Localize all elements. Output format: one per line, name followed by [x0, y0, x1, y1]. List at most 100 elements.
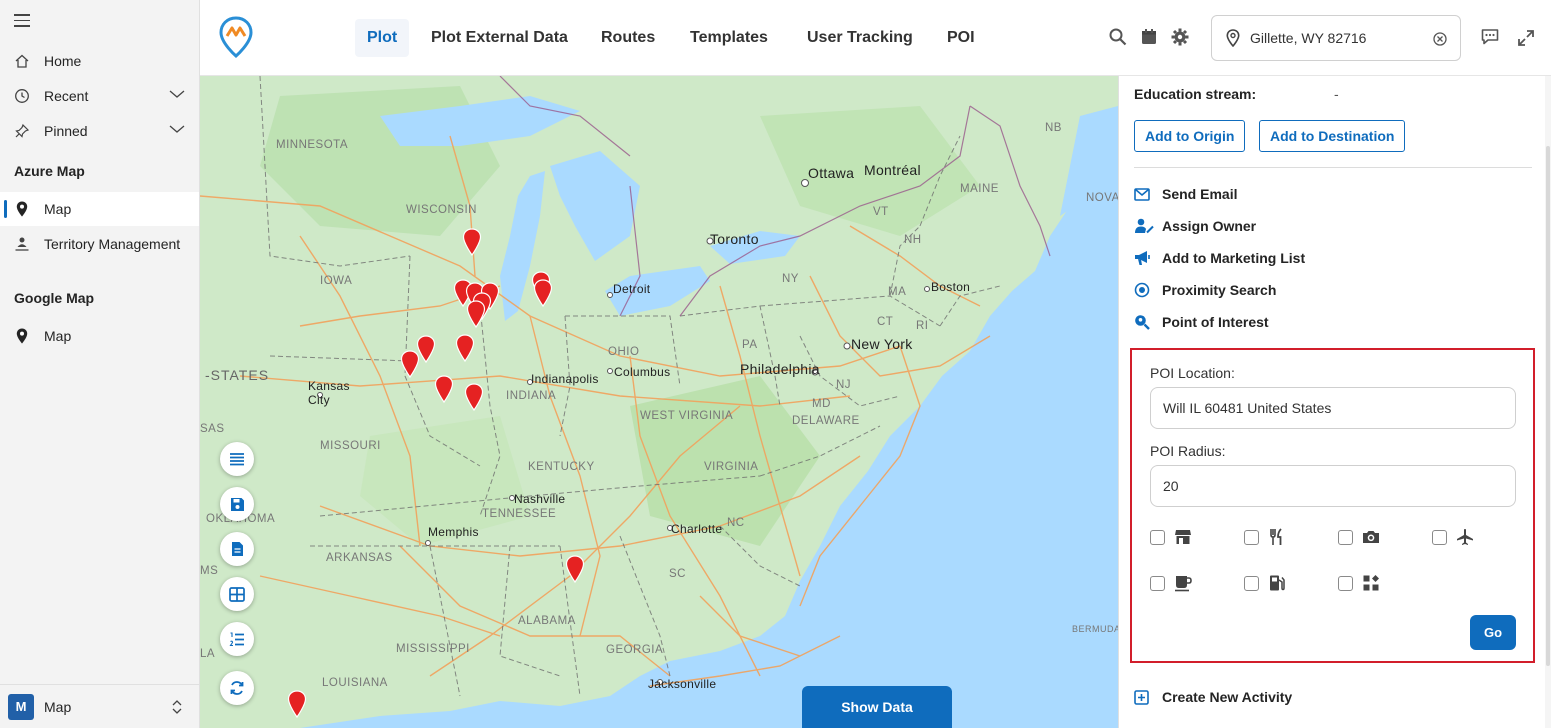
hamburger-menu-icon[interactable]: [14, 14, 30, 28]
sidebar-item-google-map[interactable]: Map: [0, 319, 199, 353]
sidebar-item-label: Home: [44, 53, 82, 69]
map-label: Toronto: [710, 231, 759, 247]
search-icon[interactable]: [1108, 27, 1128, 47]
poi-category-checkbox-camera[interactable]: [1338, 530, 1353, 545]
sidebar-item-recent[interactable]: Recent: [0, 79, 199, 113]
poi-category-checkbox-store[interactable]: [1150, 530, 1165, 545]
clear-location-icon[interactable]: [1432, 31, 1448, 47]
chevron-down-icon[interactable]: [169, 124, 185, 134]
expand-icon[interactable]: [1516, 28, 1536, 48]
other-category-icon: [1363, 575, 1379, 591]
poi-location-input[interactable]: [1150, 387, 1516, 429]
document-icon: [231, 542, 243, 556]
map-base-layer: [200, 76, 1118, 728]
map-label: MAINE: [960, 183, 999, 195]
create-new-activity-action[interactable]: Create New Activity: [1134, 686, 1292, 708]
map-label: Columbus: [614, 365, 671, 379]
sidebar-item-label: Pinned: [44, 123, 88, 139]
camera-icon: [1363, 531, 1379, 543]
location-pin-icon: [1226, 29, 1240, 47]
map-marker[interactable]: [455, 334, 475, 362]
add-to-marketing-list-action[interactable]: Add to Marketing List: [1134, 247, 1305, 269]
numbered-list-button[interactable]: [220, 622, 254, 656]
search-location-icon: [1134, 314, 1162, 330]
gear-icon[interactable]: [1170, 27, 1190, 47]
map-label: Jacksonville: [648, 677, 717, 691]
map-marker[interactable]: [466, 300, 486, 328]
map-marker[interactable]: [462, 228, 482, 256]
add-to-destination-button[interactable]: Add to Destination: [1259, 120, 1406, 152]
map-marker[interactable]: [464, 383, 484, 411]
refresh-button[interactable]: [220, 671, 254, 705]
map-label: Memphis: [428, 525, 479, 539]
sidebar-item-label: Map: [44, 328, 72, 344]
tab-poi[interactable]: POI: [935, 19, 987, 57]
map-marker[interactable]: [533, 279, 553, 307]
scrollbar-thumb[interactable]: [1546, 146, 1550, 666]
area-switcher[interactable]: M Map: [0, 684, 199, 728]
poi-go-button[interactable]: Go: [1470, 615, 1516, 650]
list-view-button[interactable]: [220, 442, 254, 476]
add-to-origin-button[interactable]: Add to Origin: [1134, 120, 1246, 152]
map-marker[interactable]: [565, 555, 585, 583]
sidebar-item-azure-map[interactable]: Map: [0, 192, 199, 226]
map-marker[interactable]: [434, 375, 454, 403]
chat-icon[interactable]: [1480, 26, 1500, 46]
divider: [1134, 167, 1532, 168]
area-badge: M: [8, 693, 34, 720]
app-logo-icon[interactable]: [218, 16, 254, 58]
tab-routes[interactable]: Routes: [589, 19, 667, 57]
territory-icon: [0, 236, 44, 252]
tab-plot-external-data[interactable]: Plot External Data: [419, 19, 580, 57]
map-marker[interactable]: [400, 350, 420, 378]
map-label: VIRGINIA: [704, 461, 759, 473]
assign-user-icon: [1134, 218, 1162, 234]
calendar-icon[interactable]: [1139, 27, 1159, 47]
sidebar-item-pinned[interactable]: Pinned: [0, 114, 199, 148]
map-marker[interactable]: [287, 690, 307, 718]
poi-category-checkbox-other[interactable]: [1338, 576, 1353, 591]
poi-category-checkbox-airport[interactable]: [1432, 530, 1447, 545]
location-search-box[interactable]: Gillette, WY 82716: [1211, 15, 1461, 61]
airplane-icon: [1457, 529, 1473, 545]
map-label: Kansas: [308, 379, 350, 393]
tab-user-tracking[interactable]: User Tracking: [795, 19, 925, 57]
map-label: MS: [200, 565, 219, 577]
map-label: -STATES: [205, 367, 270, 383]
poi-category-checkbox-gas-station[interactable]: [1244, 576, 1259, 591]
store-icon: [1175, 530, 1191, 544]
tab-plot[interactable]: Plot: [355, 19, 410, 57]
send-email-action[interactable]: Send Email: [1134, 183, 1237, 205]
sidebar-item-territory-management[interactable]: Territory Management: [0, 227, 199, 261]
grid-view-button[interactable]: [220, 577, 254, 611]
up-down-chevron-icon[interactable]: [171, 699, 183, 715]
action-label: Proximity Search: [1162, 282, 1277, 298]
pin-icon: [0, 123, 44, 139]
map-label: MA: [888, 286, 907, 298]
tab-templates[interactable]: Templates: [678, 19, 780, 57]
map-label: LA: [200, 648, 216, 660]
grid-icon: [229, 586, 245, 602]
point-of-interest-action[interactable]: Point of Interest: [1134, 311, 1269, 333]
assign-owner-action[interactable]: Assign Owner: [1134, 215, 1256, 237]
sidebar-item-home[interactable]: Home: [0, 44, 199, 78]
map-label: NJ: [836, 379, 852, 391]
map-label: OHIO: [608, 346, 640, 358]
proximity-search-action[interactable]: Proximity Search: [1134, 279, 1276, 301]
clock-icon: [0, 88, 44, 104]
map-label: Ottawa: [808, 165, 855, 181]
sidebar-item-label: Recent: [44, 88, 89, 104]
show-data-button[interactable]: Show Data: [802, 686, 952, 728]
map-label: Boston: [931, 280, 971, 294]
panel-scrollbar[interactable]: [1545, 76, 1551, 728]
poi-search-form: POI Location: POI Radius: Go: [1130, 348, 1535, 663]
action-label: Assign Owner: [1162, 218, 1257, 234]
document-button[interactable]: [220, 532, 254, 566]
poi-location-label: POI Location:: [1150, 365, 1235, 381]
poi-radius-input[interactable]: [1150, 465, 1516, 507]
save-button[interactable]: [220, 487, 254, 521]
poi-category-checkbox-restaurant[interactable]: [1244, 530, 1259, 545]
map-canvas[interactable]: MINNESOTA WISCONSIN IOWA -STATES Kansas …: [200, 76, 1118, 728]
poi-category-checkbox-cafe[interactable]: [1150, 576, 1165, 591]
chevron-down-icon[interactable]: [169, 89, 185, 99]
